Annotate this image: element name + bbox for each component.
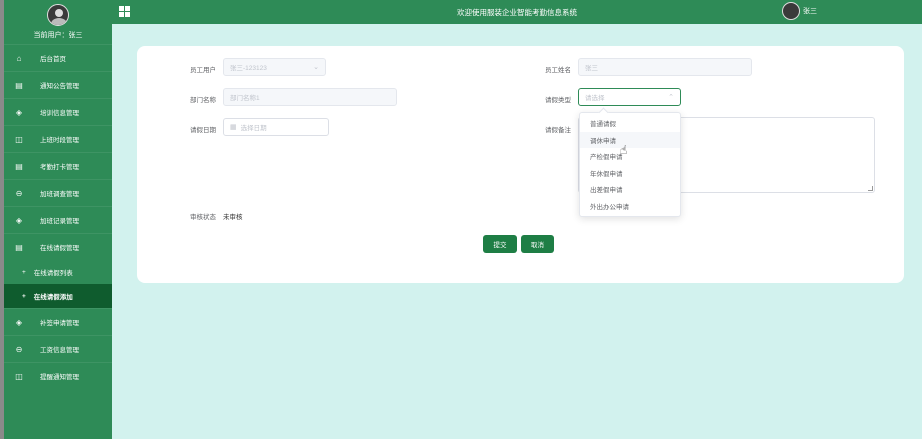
home-icon: ⌂ bbox=[16, 53, 22, 63]
sidebar-subitem-label: 在线请假添加 bbox=[33, 294, 73, 301]
leave-type-label: 请假类型 bbox=[545, 97, 571, 104]
remark-label: 请假备注 bbox=[545, 127, 571, 134]
chevron-down-icon: ⌄ bbox=[313, 64, 319, 71]
leave-date-picker[interactable]: ▦ 选择日期 bbox=[223, 118, 329, 136]
sidebar-item-notice[interactable]: ▤ 通知公告管理 bbox=[4, 71, 112, 98]
sidebar-item-label: 工资信息管理 bbox=[40, 347, 79, 354]
dropdown-option[interactable]: 调休申请 bbox=[580, 131, 680, 148]
sidebar-user-block: 当前用户：张三 bbox=[4, 0, 112, 44]
shield-icon: ◈ bbox=[15, 215, 23, 225]
sidebar-item-label: 培训信息管理 bbox=[40, 110, 79, 117]
avatar[interactable] bbox=[782, 2, 800, 20]
sidebar-item-reminder[interactable]: ◫ 提醒通知管理 bbox=[4, 362, 112, 389]
sidebar-item-label: 上班时段管理 bbox=[40, 137, 79, 144]
sidebar-item-overtime-survey[interactable]: ⊖ 加班调查管理 bbox=[4, 179, 112, 206]
employee-user-value: 张三-123123 bbox=[230, 65, 267, 72]
sidebar-item-label: 补签申请管理 bbox=[40, 320, 79, 327]
resize-handle-icon[interactable] bbox=[868, 186, 873, 191]
document-icon: ▤ bbox=[15, 242, 23, 252]
hand-cursor-icon: ☝ bbox=[620, 143, 628, 157]
sidebar-item-label: 后台首页 bbox=[40, 56, 66, 63]
calendar-icon: ▦ bbox=[230, 124, 237, 131]
shield-icon: ◈ bbox=[15, 107, 23, 117]
top-user[interactable]: 张三 bbox=[782, 2, 817, 20]
employee-name-field[interactable]: 张三 bbox=[578, 58, 752, 76]
sidebar-item-label: 提醒通知管理 bbox=[40, 374, 79, 381]
review-status-label: 审核状态 bbox=[190, 214, 216, 221]
dropdown-option[interactable]: 产检假申请 bbox=[580, 148, 680, 165]
cancel-button[interactable]: 取消 bbox=[521, 235, 554, 253]
top-bar: 欢迎使用服装企业智能考勤信息系统 张三 bbox=[112, 0, 922, 24]
sidebar-item-label: 加班记录管理 bbox=[40, 218, 79, 225]
chat-icon: ⊖ bbox=[15, 344, 23, 354]
chevron-up-icon: ⌃ bbox=[668, 94, 674, 101]
sidebar-item-shift[interactable]: ◫ 上班时段管理 bbox=[4, 125, 112, 152]
current-user-text: 当前用户：张三 bbox=[4, 30, 112, 40]
leave-type-placeholder: 请选择 bbox=[585, 95, 605, 102]
submit-button[interactable]: 提交 bbox=[483, 235, 517, 253]
sidebar-item-home[interactable]: ⌂ 后台首页 bbox=[4, 44, 112, 71]
dropdown-option[interactable]: 年休假申请 bbox=[580, 165, 680, 182]
chat-icon: ⊖ bbox=[15, 188, 23, 198]
sidebar-item-resign[interactable]: ◈ 补签申请管理 bbox=[4, 308, 112, 335]
sidebar-subitem-leave-list[interactable]: + 在线请假列表 bbox=[4, 260, 112, 284]
current-user-label: 当前用户： bbox=[33, 32, 69, 39]
current-user-name: 张三 bbox=[68, 32, 83, 39]
sidebar-item-label: 考勤打卡管理 bbox=[40, 164, 79, 171]
sidebar-item-label: 加班调查管理 bbox=[40, 191, 79, 198]
employee-user-select[interactable]: 张三-123123 ⌄ bbox=[223, 58, 326, 76]
dropdown-option[interactable]: 普通请假 bbox=[580, 115, 680, 132]
sidebar: 当前用户：张三 ⌂ 后台首页 ▤ 通知公告管理 ◈ 培训信息管理 ◫ 上班时段管… bbox=[4, 0, 112, 439]
review-status-value: 未审核 bbox=[223, 214, 243, 221]
plus-icon: + bbox=[22, 268, 26, 276]
employee-name-value: 张三 bbox=[585, 65, 598, 72]
document-icon: ▤ bbox=[15, 161, 23, 171]
sidebar-item-salary[interactable]: ⊖ 工资信息管理 bbox=[4, 335, 112, 362]
department-value: 部门名称1 bbox=[230, 95, 260, 102]
sidebar-item-label: 在线请假管理 bbox=[40, 245, 79, 252]
sidebar-item-leave[interactable]: ▤ 在线请假管理 bbox=[4, 233, 112, 260]
columns-icon: ◫ bbox=[15, 134, 23, 144]
avatar[interactable] bbox=[47, 4, 69, 26]
dropdown-option[interactable]: 外出办公申请 bbox=[580, 198, 680, 215]
dropdown-option[interactable]: 出差假申请 bbox=[580, 181, 680, 198]
sidebar-item-label: 通知公告管理 bbox=[40, 83, 79, 90]
top-user-name: 张三 bbox=[803, 8, 817, 15]
leave-type-select[interactable]: 请选择 ⌃ bbox=[578, 88, 681, 106]
sidebar-subitem-label: 在线请假列表 bbox=[33, 270, 73, 277]
sidebar-subitem-leave-add[interactable]: + 在线请假添加 bbox=[4, 284, 112, 308]
leave-type-dropdown: 普通请假 调休申请 产检假申请 年休假申请 出差假申请 外出办公申请 bbox=[579, 112, 681, 217]
document-icon: ▤ bbox=[15, 80, 23, 90]
columns-icon: ◫ bbox=[15, 371, 23, 381]
plus-icon: + bbox=[22, 292, 26, 300]
department-field[interactable]: 部门名称1 bbox=[223, 88, 397, 106]
employee-name-label: 员工姓名 bbox=[545, 67, 571, 74]
sidebar-item-overtime-record[interactable]: ◈ 加班记录管理 bbox=[4, 206, 112, 233]
sidebar-item-training[interactable]: ◈ 培训信息管理 bbox=[4, 98, 112, 125]
shield-icon: ◈ bbox=[15, 317, 23, 327]
department-label: 部门名称 bbox=[190, 97, 216, 104]
leave-date-placeholder: 选择日期 bbox=[240, 125, 267, 132]
sidebar-item-attendance[interactable]: ▤ 考勤打卡管理 bbox=[4, 152, 112, 179]
employee-user-label: 员工用户 bbox=[190, 67, 216, 74]
leave-date-label: 请假日期 bbox=[190, 127, 216, 134]
